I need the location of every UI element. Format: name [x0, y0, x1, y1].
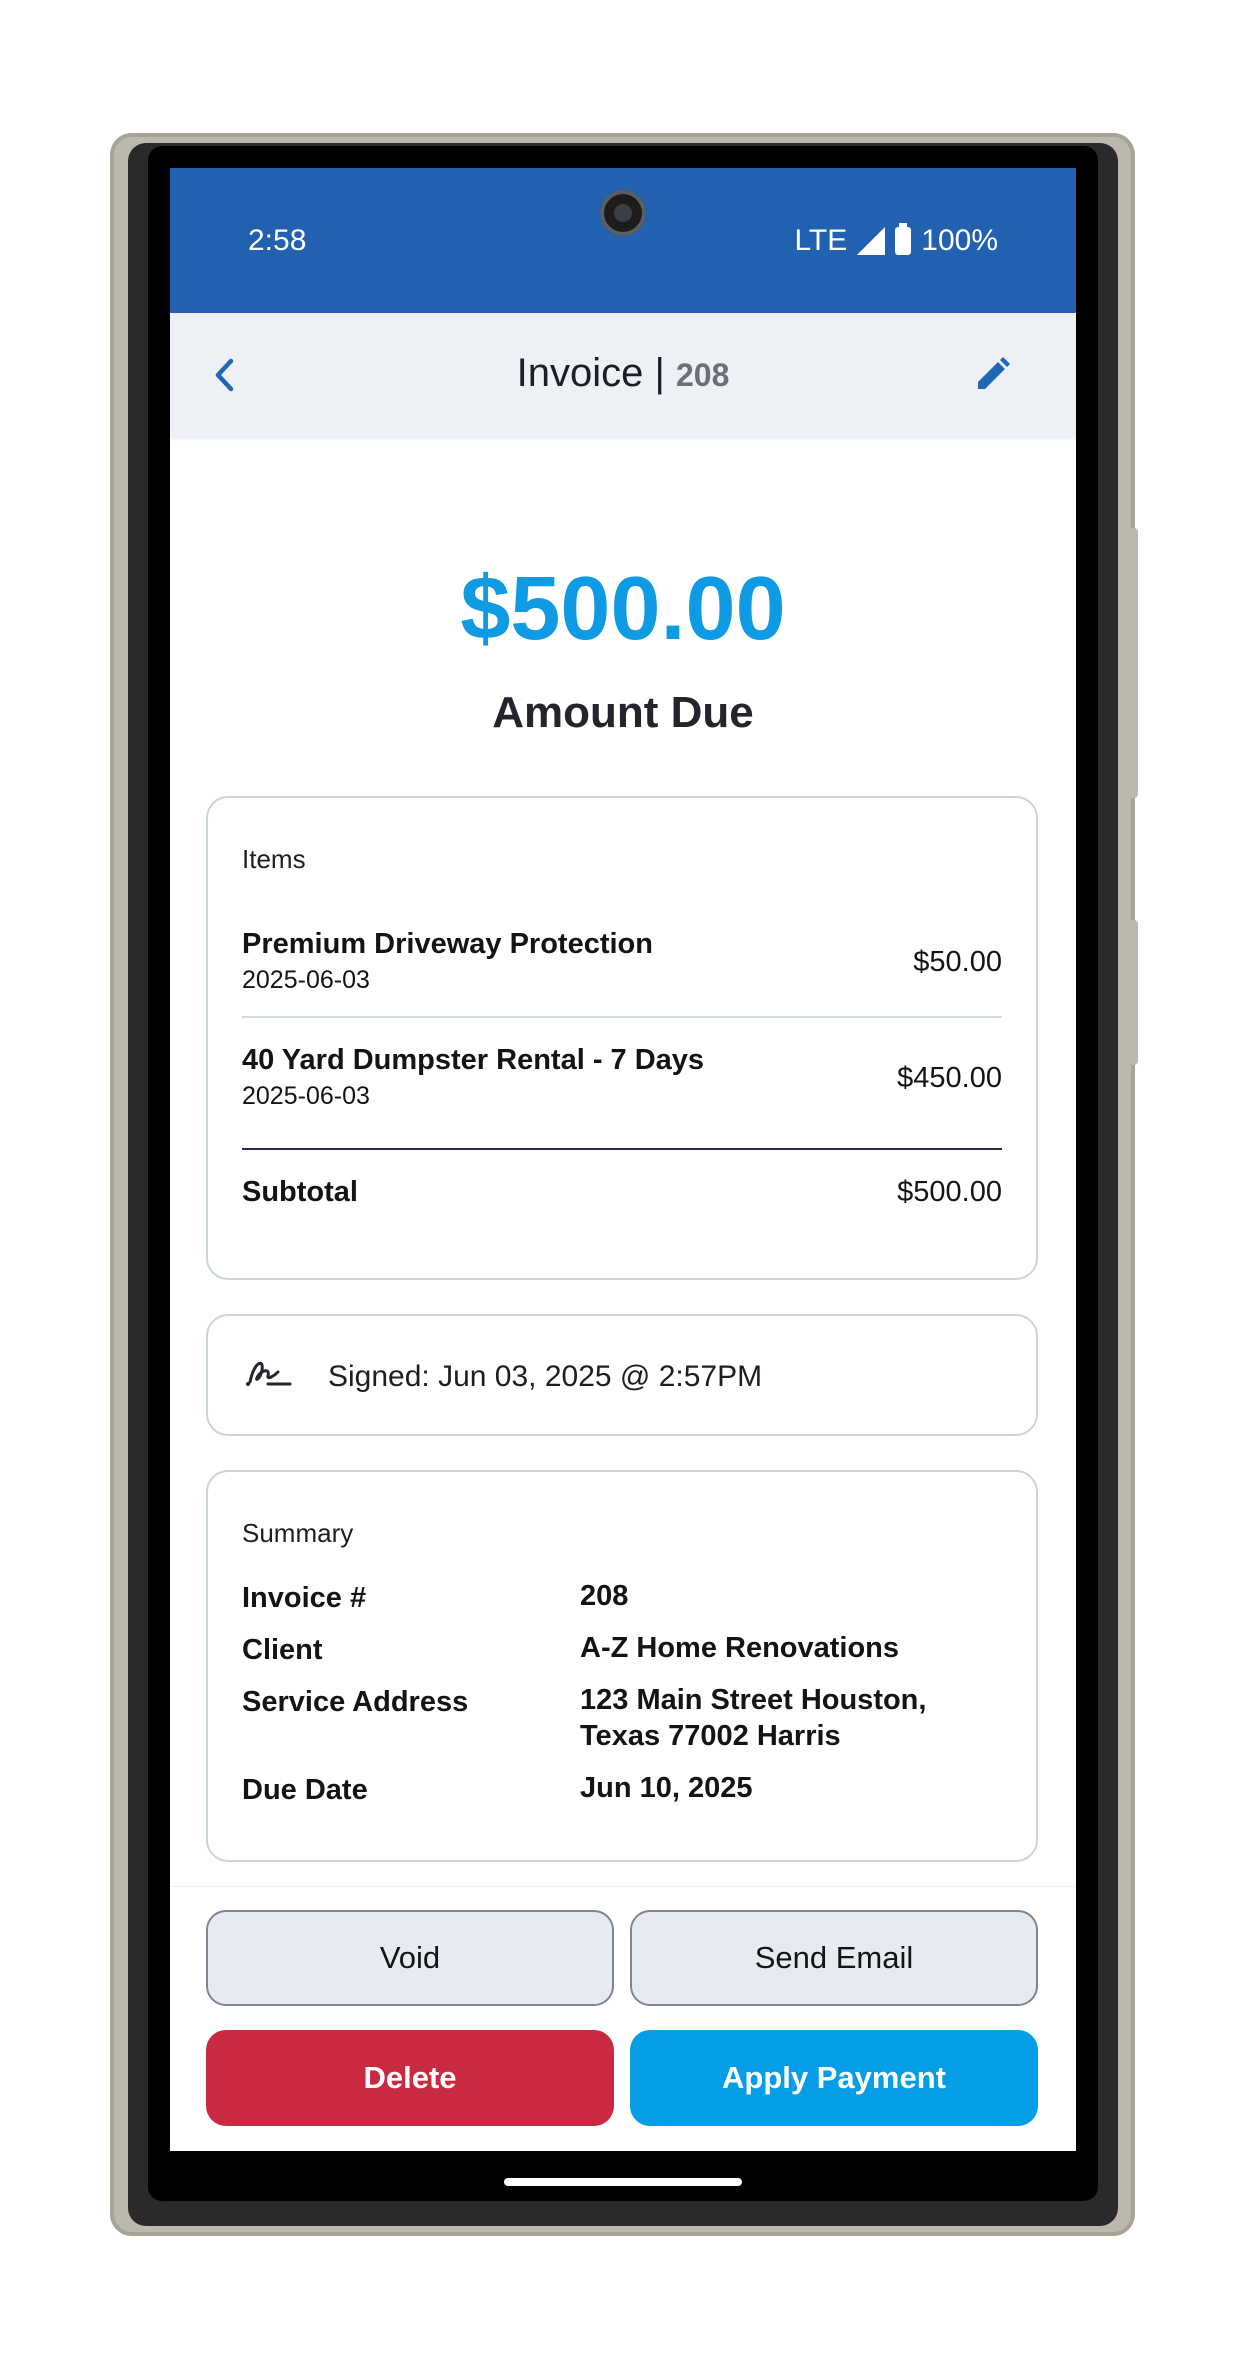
pencil-icon[interactable]: [972, 355, 1012, 395]
status-bar: 2:58 LTE 100%: [170, 168, 1076, 313]
amount-due-label: Amount Due: [492, 688, 754, 737]
item-name: Premium Driveway Protection: [242, 928, 653, 960]
battery-icon: [895, 223, 912, 255]
volume-button: [1128, 528, 1138, 798]
signed-timestamp: Signed: Jun 03, 2025 @ 2:57PM: [328, 1360, 763, 1393]
service-address-line2: Texas 77002 Harris: [580, 1720, 841, 1752]
apply-payment-button[interactable]: Apply Payment: [630, 2030, 1038, 2126]
service-address-label: Service Address: [242, 1686, 469, 1718]
client-value: A-Z Home Renovations: [580, 1632, 900, 1664]
network-label: LTE: [794, 224, 848, 257]
page-title: Invoice | 208: [170, 351, 1076, 396]
signature-card: Signed: Jun 03, 2025 @ 2:57PM: [206, 1314, 1038, 1436]
subtotal-label: Subtotal: [242, 1176, 358, 1208]
status-time: 2:58: [248, 224, 307, 257]
due-date-value: Jun 10, 2025: [580, 1772, 753, 1804]
item-date: 2025-06-03: [242, 966, 370, 994]
amount-due-value: $500.00: [460, 559, 786, 659]
invoice-number: 208: [675, 357, 730, 393]
invoice-number-value: 208: [580, 1580, 629, 1612]
status-indicators: LTE 100%: [794, 223, 998, 258]
void-button[interactable]: Void: [206, 1910, 614, 2006]
signal-icon: [857, 227, 886, 255]
item-price: $450.00: [897, 1062, 1002, 1094]
page-title-text: Invoice |: [516, 351, 665, 395]
item-date: 2025-06-03: [242, 1082, 370, 1110]
send-email-button[interactable]: Send Email: [630, 1910, 1038, 2006]
subtotal-value: $500.00: [897, 1176, 1002, 1208]
summary-card: Summary Invoice # 208 Client A-Z Home Re…: [206, 1470, 1038, 1862]
invoice-number-label: Invoice #: [242, 1582, 367, 1614]
action-bar: Void Send Email Delete Apply Payment: [170, 1886, 1076, 2151]
service-address-line1: 123 Main Street Houston,: [580, 1684, 927, 1716]
item-price: $50.00: [913, 946, 1002, 978]
items-heading: Items: [242, 844, 306, 874]
phone-screen: 2:58 LTE 100% Invoice | 208 $500.00 Amou…: [170, 168, 1076, 2151]
client-label: Client: [242, 1634, 323, 1666]
power-button: [1128, 920, 1138, 1065]
subtotal-divider: [242, 1148, 1002, 1150]
battery-level: 100%: [921, 224, 998, 257]
item-divider: [242, 1016, 1002, 1018]
front-camera: [600, 190, 646, 236]
delete-button[interactable]: Delete: [206, 2030, 614, 2126]
item-name: 40 Yard Dumpster Rental - 7 Days: [242, 1044, 705, 1076]
signature-icon: [246, 1361, 292, 1386]
summary-heading: Summary: [242, 1518, 354, 1548]
app-bar: Invoice | 208: [170, 313, 1076, 437]
items-card: Items Premium Driveway Protection 2025-0…: [206, 796, 1038, 1280]
home-indicator[interactable]: [504, 2178, 742, 2186]
due-date-label: Due Date: [242, 1774, 368, 1806]
